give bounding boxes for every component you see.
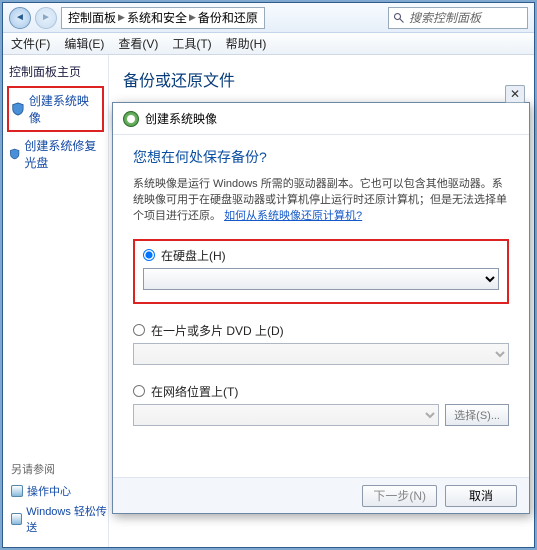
close-button[interactable]: ✕ (505, 85, 525, 103)
hard-disk-combo[interactable] (143, 268, 499, 290)
create-system-image-dialog: ✕ 创建系统映像 您想在何处保存备份? 系统映像是运行 Windows 所需的驱… (112, 102, 530, 514)
breadcrumb[interactable]: 控制面板 ▶ 系统和安全 ▶ 备份和还原 (61, 7, 265, 29)
radio-dvd[interactable]: 在一片或多片 DVD 上(D) (133, 322, 509, 339)
sidebar-item-label: 创建系统映像 (29, 92, 100, 126)
breadcrumb-segment[interactable]: 控制面板 (68, 9, 116, 26)
next-button[interactable]: 下一步(N) (362, 485, 437, 507)
flag-icon (11, 485, 23, 497)
radio-input[interactable] (143, 249, 155, 261)
search-placeholder: 搜索控制面板 (409, 9, 481, 26)
option-hard-disk: 在硬盘上(H) (143, 247, 499, 290)
sidebar-item-create-image[interactable]: 创建系统映像 (9, 89, 102, 129)
cancel-button[interactable]: 取消 (445, 485, 517, 507)
see-also-link-action-center[interactable]: 操作中心 (11, 481, 111, 501)
address-bar: ◄ ► 控制面板 ▶ 系统和安全 ▶ 备份和还原 搜索控制面板 (3, 3, 534, 33)
shield-icon (11, 102, 25, 116)
highlight-box: 在硬盘上(H) (133, 239, 509, 304)
see-also: 另请参阅 操作中心 Windows 轻松传送 (11, 461, 111, 537)
chevron-right-icon: ▶ (189, 12, 196, 23)
radio-network[interactable]: 在网络位置上(T) (133, 383, 509, 400)
search-icon (393, 12, 405, 24)
option-dvd: 在一片或多片 DVD 上(D) (133, 322, 509, 365)
sidebar-item-label: 创建系统修复光盘 (24, 137, 102, 171)
link-label: Windows 轻松传送 (26, 503, 111, 535)
menu-file[interactable]: 文件(F) (11, 35, 50, 52)
dialog-description: 系统映像是运行 Windows 所需的驱动器副本。它也可以包含其他驱动器。系统映… (133, 177, 509, 225)
dialog-body: 您想在何处保存备份? 系统映像是运行 Windows 所需的驱动器副本。它也可以… (113, 135, 529, 477)
chevron-right-icon: ▶ (118, 12, 125, 23)
shield-icon (9, 147, 20, 161)
menu-help[interactable]: 帮助(H) (226, 35, 267, 52)
menubar: 文件(F) 编辑(E) 查看(V) 工具(T) 帮助(H) (3, 33, 534, 55)
menu-view[interactable]: 查看(V) (118, 35, 158, 52)
menu-edit[interactable]: 编辑(E) (64, 35, 104, 52)
network-path-combo[interactable] (133, 404, 439, 426)
dialog-titlebar: 创建系统映像 (113, 103, 529, 135)
radio-input[interactable] (133, 324, 145, 336)
radio-label: 在硬盘上(H) (161, 247, 226, 264)
page-title: 备份或还原文件 (123, 65, 520, 99)
browse-button[interactable]: 选择(S)... (445, 404, 509, 426)
radio-hard-disk[interactable]: 在硬盘上(H) (143, 247, 499, 264)
sidebar-header: 控制面板主页 (7, 61, 104, 86)
dialog-question: 您想在何处保存备份? (133, 147, 509, 167)
dialog-footer: 下一步(N) 取消 (113, 477, 529, 513)
see-also-header: 另请参阅 (11, 461, 111, 477)
dvd-combo[interactable] (133, 343, 509, 365)
breadcrumb-segment[interactable]: 系统和安全 (127, 9, 187, 26)
dialog-title: 创建系统映像 (145, 110, 217, 127)
radio-label: 在一片或多片 DVD 上(D) (151, 322, 284, 339)
backup-icon (123, 111, 139, 127)
menu-tools[interactable]: 工具(T) (172, 35, 211, 52)
link-label: 操作中心 (27, 483, 71, 499)
transfer-icon (11, 513, 22, 525)
highlight-box: 创建系统映像 (7, 86, 104, 132)
see-also-link-easy-transfer[interactable]: Windows 轻松传送 (11, 501, 111, 537)
radio-input[interactable] (133, 385, 145, 397)
sidebar-item-create-repair-disc[interactable]: 创建系统修复光盘 (7, 134, 104, 174)
option-network: 在网络位置上(T) 选择(S)... (133, 383, 509, 426)
nav-back-button[interactable]: ◄ (9, 7, 31, 29)
radio-label: 在网络位置上(T) (151, 383, 238, 400)
search-input[interactable]: 搜索控制面板 (388, 7, 528, 29)
option-group: 在硬盘上(H) 在一片或多片 DVD 上(D) 在网络位置上(T) (133, 239, 509, 426)
nav-forward-button[interactable]: ► (35, 7, 57, 29)
breadcrumb-segment[interactable]: 备份和还原 (198, 9, 258, 26)
description-help-link[interactable]: 如何从系统映像还原计算机? (224, 210, 362, 222)
